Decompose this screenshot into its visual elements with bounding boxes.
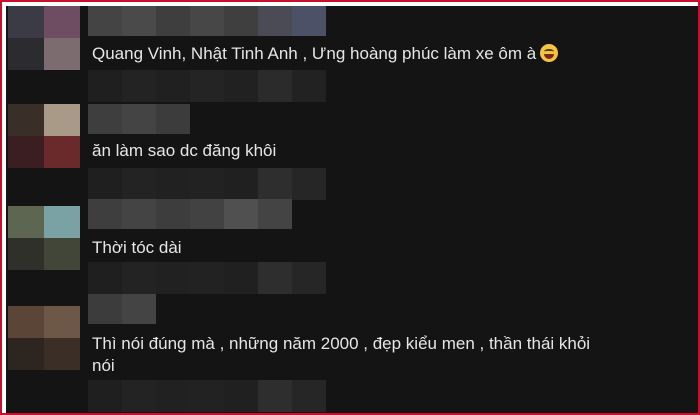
comment-text: Thời tóc dài: [92, 238, 182, 257]
image-frame: Quang Vinh, Nhật Tinh Anh , Ưng hoàng ph…: [0, 0, 700, 415]
comment-thread: Quang Vinh, Nhật Tinh Anh , Ưng hoàng ph…: [6, 6, 698, 413]
comment-meta-pixelated: [88, 262, 326, 294]
comment-meta-pixelated: [88, 168, 326, 200]
username-pixelated[interactable]: [88, 294, 156, 324]
comment-text: Quang Vinh, Nhật Tinh Anh , Ưng hoàng ph…: [92, 43, 559, 65]
comment-text: ăn làm sao dc đăng khôi: [92, 141, 277, 160]
username-pixelated[interactable]: [88, 6, 326, 36]
avatar-pixelated[interactable]: [8, 306, 80, 370]
username-pixelated[interactable]: [88, 104, 190, 134]
comment-meta-pixelated: [88, 70, 326, 102]
laughing-tears-emoji-icon: [540, 44, 559, 62]
comment-text: Thì nói đúng mà , những năm 2000 , đẹp k…: [92, 334, 591, 375]
avatar-pixelated[interactable]: [8, 206, 80, 270]
avatar-pixelated[interactable]: [8, 104, 80, 168]
username-pixelated[interactable]: [88, 199, 292, 229]
comment-meta-pixelated: [88, 380, 326, 412]
avatar-pixelated[interactable]: [8, 6, 80, 70]
